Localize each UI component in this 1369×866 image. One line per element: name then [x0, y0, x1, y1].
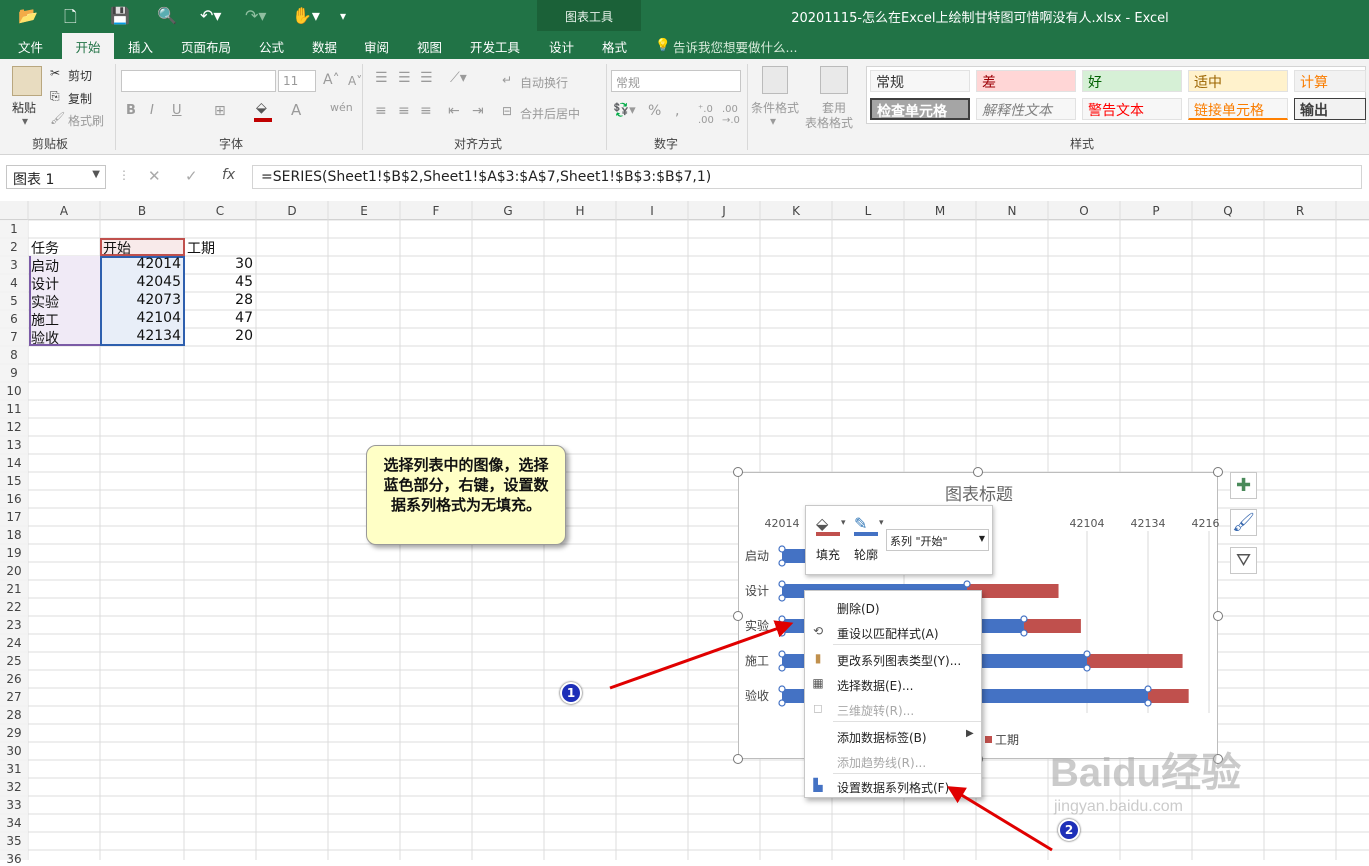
annotation-arrows — [609, 620, 1053, 852]
step-badge-1: 1 — [560, 682, 582, 704]
arrow-to-format-series — [946, 786, 1053, 852]
watermark-url: jingyan.baidu.com — [1054, 798, 1183, 815]
baidu-watermark: Baidu经验 jingyan.baidu.com — [1050, 740, 1350, 840]
arrow-to-series — [609, 620, 794, 690]
watermark-logo: Baidu经验 — [1050, 751, 1242, 795]
